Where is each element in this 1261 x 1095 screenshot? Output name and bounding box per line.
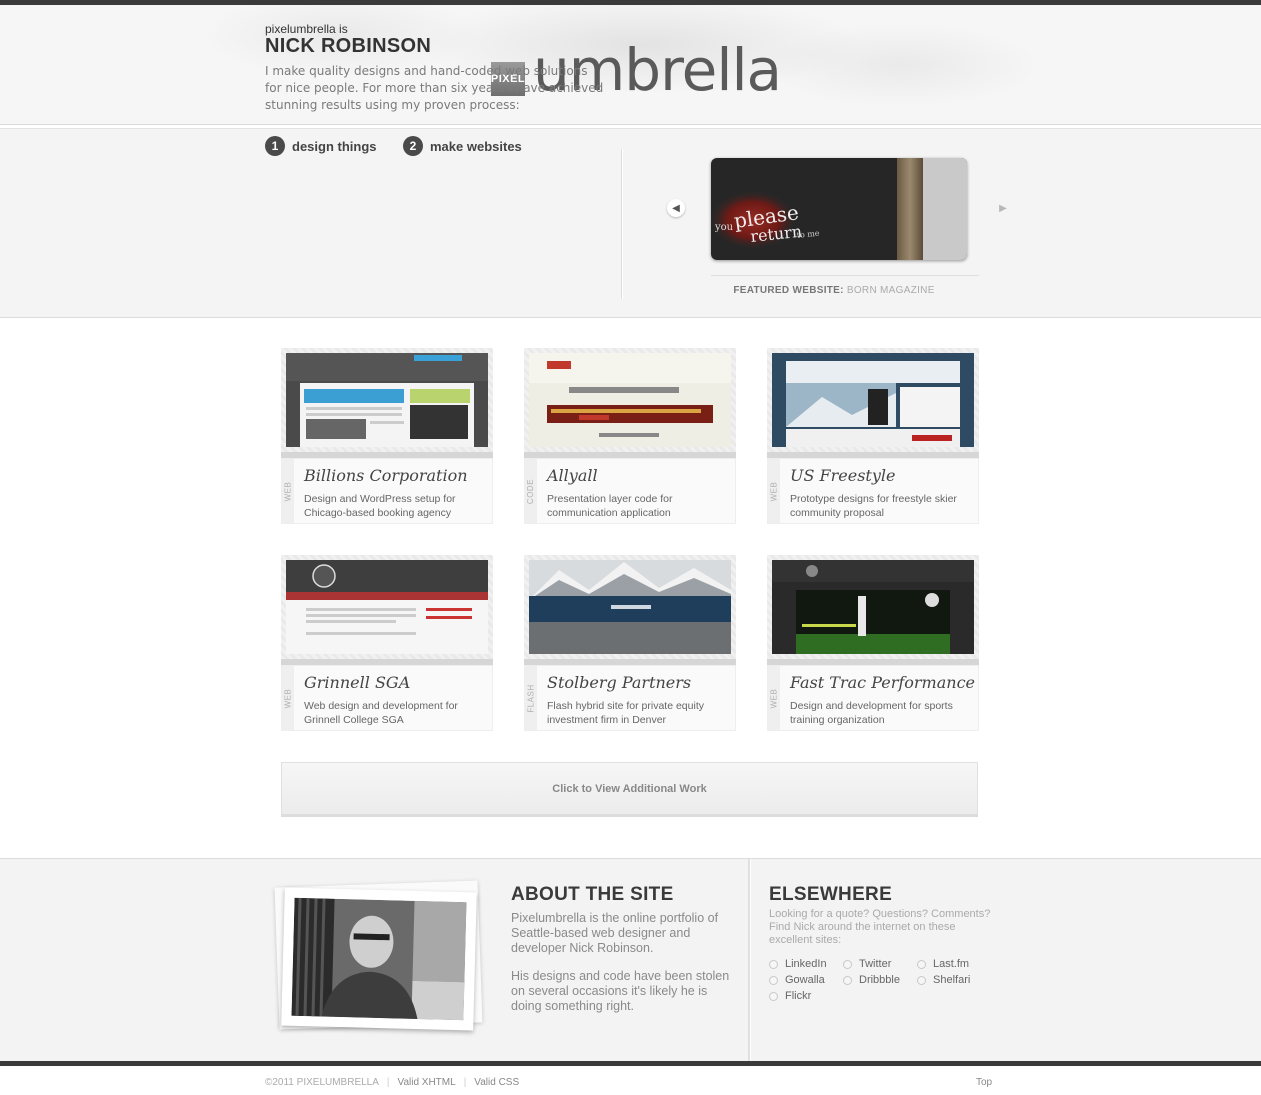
link-linkedin[interactable]: LinkedIn (769, 958, 827, 970)
copyright: ©2011 PIXELUMBRELLA (265, 1077, 379, 1088)
site-header: PIXEL umbrella (0, 5, 1261, 125)
link-label: Shelfari (933, 974, 971, 986)
featured-rule (711, 275, 979, 276)
portfolio-card-body: WEB US Freestyle Prototype designs for f… (767, 458, 979, 524)
project-title[interactable]: Billions Corporation (304, 466, 468, 485)
portfolio-card[interactable]: WEB US Freestyle Prototype designs for f… (767, 348, 979, 526)
intro-name: NICK ROBINSON (265, 35, 432, 57)
portfolio-thumbnail[interactable] (281, 348, 493, 458)
project-title[interactable]: Stolberg Partners (547, 673, 691, 692)
elsewhere-text: Looking for a quote? Questions? Comments… (769, 908, 991, 946)
portfolio-card[interactable]: WEB Billions Corporation Design and Word… (281, 348, 493, 526)
bullet-icon (917, 975, 926, 985)
legal-bar: ©2011 PIXELUMBRELLA | Valid XHTML | Vali… (265, 1077, 519, 1088)
project-description: Prototype designs for freestyle skier co… (790, 493, 957, 519)
category-tag: FLASH (525, 666, 537, 730)
bullet-icon (769, 991, 778, 1001)
step-label: make websites (430, 138, 522, 154)
portfolio-thumbnail[interactable] (524, 555, 736, 665)
link-dribbble[interactable]: Dribbble (843, 974, 900, 986)
link-label: Dribbble (859, 974, 900, 986)
link-label: Flickr (785, 990, 812, 1002)
bullet-icon (769, 959, 778, 969)
category-tag: WEB (282, 459, 294, 523)
project-description: Presentation layer code for communicatio… (547, 493, 673, 519)
about-paragraph-1: Pixelumbrella is the online portfolio of… (511, 911, 719, 955)
category-tag: WEB (282, 666, 294, 730)
portfolio-card[interactable]: CODE Allyall Presentation layer code for… (524, 348, 736, 526)
project-description: Flash hybrid site for private equity inv… (547, 700, 704, 726)
link-gowalla[interactable]: Gowalla (769, 974, 825, 986)
portfolio-thumbnail[interactable] (281, 555, 493, 665)
separator: | (386, 1077, 390, 1088)
intro-band (0, 128, 1261, 318)
portfolio-card-body: WEB Grinnell SGA Web design and developm… (281, 665, 493, 731)
category-tag: WEB (768, 459, 780, 523)
about-heading: ABOUT THE SITE (511, 884, 674, 905)
slider-prev-button[interactable]: ◀ (667, 199, 685, 217)
arrow-right-icon: ▶ (999, 202, 1007, 214)
portfolio-card-body: FLASH Stolberg Partners Flash hybrid sit… (524, 665, 736, 731)
portfolio-card[interactable]: WEB Fast Trac Performance Design and dev… (767, 555, 979, 733)
step-number: 2 (403, 136, 423, 156)
bullet-icon (843, 959, 852, 969)
featured-website-image[interactable]: you please return to me (711, 158, 967, 260)
separator: | (463, 1077, 467, 1088)
portfolio-card[interactable]: FLASH Stolberg Partners Flash hybrid sit… (524, 555, 736, 733)
project-description: Design and development for sports traini… (790, 700, 953, 726)
category-tag: CODE (525, 459, 537, 523)
bottom-bar (0, 1061, 1261, 1066)
step-number: 1 (265, 136, 285, 156)
portfolio-card[interactable]: WEB Grinnell SGA Web design and developm… (281, 555, 493, 733)
category-tag: WEB (768, 666, 780, 730)
valid-css-link[interactable]: Valid CSS (474, 1077, 519, 1088)
portfolio-thumbnail[interactable] (767, 348, 979, 458)
slider-next-button[interactable]: ▶ (994, 199, 1012, 217)
view-more-work-button[interactable]: Click to View Additional Work (281, 762, 978, 817)
bullet-icon (917, 959, 926, 969)
featured-text-you: you (714, 222, 734, 233)
portfolio-thumbnail[interactable] (767, 555, 979, 665)
portfolio-card-body: CODE Allyall Presentation layer code for… (524, 458, 736, 524)
project-title[interactable]: Allyall (547, 466, 598, 485)
valid-xhtml-link[interactable]: Valid XHTML (398, 1077, 456, 1088)
portfolio-thumbnail[interactable] (524, 348, 736, 458)
back-to-top-link[interactable]: Top (976, 1077, 992, 1088)
author-photo (281, 887, 477, 1031)
intro-text: I make quality designs and hand-coded we… (265, 64, 604, 112)
project-description: Web design and development for Grinnell … (304, 700, 458, 726)
featured-caption-label: FEATURED WEBSITE: (733, 285, 844, 296)
step-label: design things (292, 138, 377, 154)
link-twitter[interactable]: Twitter (843, 958, 891, 970)
step-websites: 2 make websites (403, 136, 522, 156)
link-lastfm[interactable]: Last.fm (917, 958, 969, 970)
step-design: 1 design things (265, 136, 377, 156)
about-paragraph-2: His designs and code have been stolen on… (511, 969, 730, 1013)
link-label: Last.fm (933, 958, 970, 970)
portfolio-card-body: WEB Billions Corporation Design and Word… (281, 458, 493, 524)
intro-divider (621, 149, 622, 299)
project-title[interactable]: Fast Trac Performance (790, 673, 975, 692)
project-title[interactable]: US Freestyle (790, 466, 895, 485)
arrow-left-icon: ◀ (672, 202, 680, 214)
link-flickr[interactable]: Flickr (769, 990, 811, 1002)
link-label: LinkedIn (785, 958, 827, 970)
elsewhere-heading: ELSEWHERE (769, 884, 893, 905)
project-description: Design and WordPress setup for Chicago-b… (304, 493, 456, 519)
footer-divider (748, 859, 750, 1062)
project-title[interactable]: Grinnell SGA (304, 673, 410, 692)
link-label: Gowalla (785, 974, 825, 986)
intro-kicker: pixelumbrella is (265, 22, 348, 36)
featured-caption-link[interactable]: BORN MAGAZINE (847, 285, 935, 296)
bullet-icon (769, 975, 778, 985)
portfolio-card-body: WEB Fast Trac Performance Design and dev… (767, 665, 979, 731)
link-label: Twitter (859, 958, 892, 970)
link-shelfari[interactable]: Shelfari (917, 974, 970, 986)
bullet-icon (843, 975, 852, 985)
featured-caption: FEATURED WEBSITE: BORN MAGAZINE (689, 285, 979, 296)
